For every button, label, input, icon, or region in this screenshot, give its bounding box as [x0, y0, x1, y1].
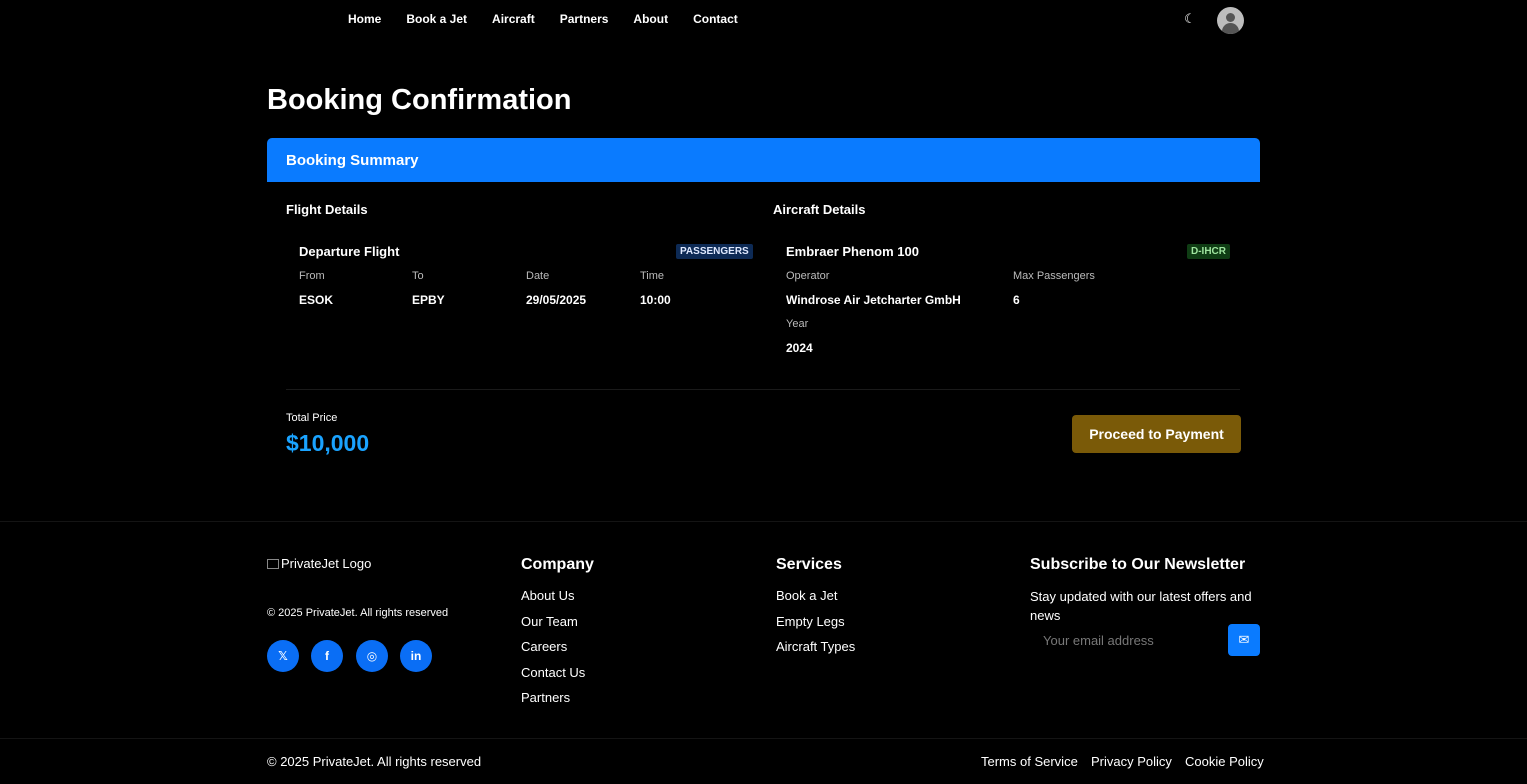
max-passengers-label: Max Passengers: [1013, 270, 1095, 282]
avatar-body: [1222, 23, 1239, 34]
company-heading: Company: [521, 556, 594, 573]
services-heading: Services: [776, 556, 842, 573]
newsletter-heading: Subscribe to Our Newsletter: [1030, 556, 1246, 573]
booking-summary-header: Booking Summary: [267, 138, 1260, 182]
to-label: To: [412, 270, 424, 282]
instagram-icon[interactable]: ◎: [356, 640, 388, 672]
nav-book-a-jet[interactable]: Book a Jet: [406, 12, 467, 26]
privacy-policy-link[interactable]: Privacy Policy: [1091, 754, 1172, 769]
avatar-head: [1226, 13, 1235, 22]
newsletter-email-input[interactable]: [1031, 624, 1227, 656]
footer-link-careers[interactable]: Careers: [521, 639, 567, 654]
linkedin-icon[interactable]: in: [400, 640, 432, 672]
total-price-value: $10,000: [286, 430, 370, 456]
time-value: 10:00: [640, 293, 671, 307]
newsletter-description: Stay updated with our latest offers and …: [1030, 589, 1252, 623]
total-price-label: Total Price: [286, 412, 338, 424]
bottom-copyright: © 2025 PrivateJet. All rights reserved: [267, 754, 482, 769]
operator-label: Operator: [786, 270, 830, 282]
footer-copyright: © 2025 PrivateJet. All rights reserved: [267, 607, 449, 619]
envelope-icon[interactable]: ✉: [1228, 624, 1260, 656]
nav-aircraft[interactable]: Aircraft: [492, 12, 535, 26]
cookie-policy-link[interactable]: Cookie Policy: [1185, 754, 1264, 769]
footer-link-partners[interactable]: Partners: [521, 690, 570, 705]
date-value: 29/05/2025: [526, 293, 587, 307]
from-value: ESOK: [299, 293, 334, 307]
to-value: EPBY: [412, 293, 445, 307]
registration-badge: D-IHCR: [1187, 244, 1230, 259]
footer-link-book-a-jet[interactable]: Book a Jet: [776, 588, 837, 603]
footer-link-our-team[interactable]: Our Team: [521, 614, 578, 629]
summary-divider: [286, 389, 1240, 390]
aircraft-details-title: Aircraft Details: [773, 202, 866, 217]
page-title: Booking Confirmation: [267, 84, 572, 116]
nav-contact[interactable]: Contact: [693, 12, 738, 26]
proceed-to-payment-button[interactable]: Proceed to Payment: [1072, 415, 1241, 453]
from-label: From: [299, 270, 325, 282]
footer-divider-top: [0, 521, 1527, 522]
footer-logo[interactable]: PrivateJet Logo: [267, 556, 371, 571]
aircraft-model-title: Embraer Phenom 100: [786, 244, 919, 259]
top-nav: Home Book a Jet Aircraft Partners About …: [0, 0, 1527, 40]
max-passengers-value: 6: [1013, 293, 1020, 307]
footer-link-empty-legs[interactable]: Empty Legs: [776, 614, 845, 629]
nav-home[interactable]: Home: [348, 12, 381, 26]
year-label: Year: [786, 318, 809, 330]
flight-details-title: Flight Details: [286, 202, 368, 217]
nav-partners[interactable]: Partners: [560, 12, 609, 26]
footer-link-about-us[interactable]: About Us: [521, 588, 574, 603]
user-avatar-icon[interactable]: [1217, 7, 1244, 34]
nav-about[interactable]: About: [633, 12, 668, 26]
departure-flight-title: Departure Flight: [299, 244, 400, 259]
booking-summary-title: Booking Summary: [286, 152, 419, 169]
footer-link-contact-us[interactable]: Contact Us: [521, 665, 585, 680]
facebook-icon[interactable]: f: [311, 640, 343, 672]
footer-link-aircraft-types[interactable]: Aircraft Types: [776, 639, 855, 654]
twitter-icon[interactable]: 𝕏: [267, 640, 299, 672]
year-value: 2024: [786, 341, 813, 355]
terms-of-service-link[interactable]: Terms of Service: [981, 754, 1078, 769]
passengers-badge: PASSENGERS: [676, 244, 753, 259]
broken-image-icon: [267, 559, 279, 569]
moon-icon[interactable]: ☾: [1182, 11, 1198, 27]
footer-divider-bottom: [0, 738, 1527, 739]
nav-links: Home Book a Jet Aircraft Partners About …: [348, 12, 763, 26]
footer-logo-alt-text: PrivateJet Logo: [281, 556, 372, 571]
time-label: Time: [640, 270, 665, 282]
operator-value: Windrose Air Jetcharter GmbH: [786, 293, 961, 307]
date-label: Date: [526, 270, 550, 282]
